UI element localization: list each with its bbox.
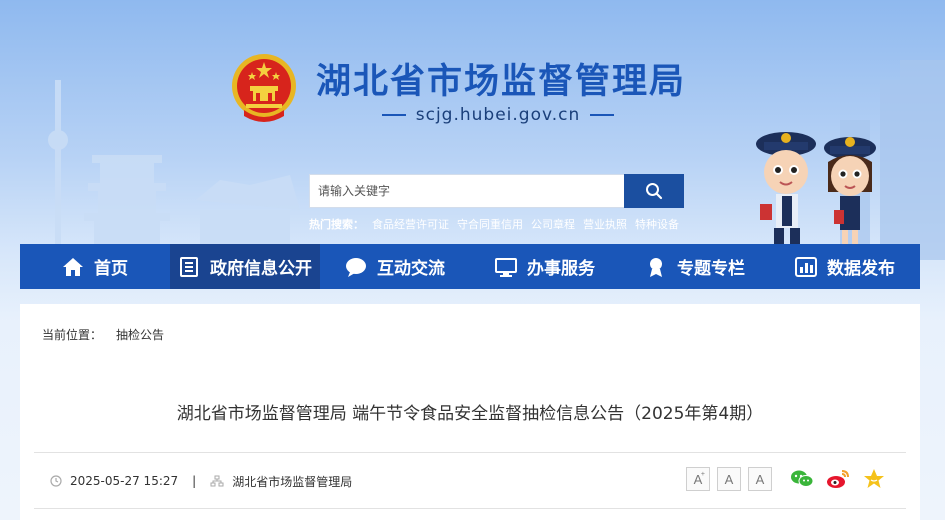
font-decrease-button[interactable]: A — [748, 467, 772, 491]
search-box — [309, 174, 684, 208]
meta-divider — [34, 508, 906, 509]
site-title: 湖北省市场监督管理局 — [316, 62, 687, 102]
organization-icon — [210, 475, 224, 487]
breadcrumb-current[interactable]: 抽检公告 — [116, 326, 164, 343]
nav-item-label: 办事服务 — [527, 259, 595, 279]
award-icon — [645, 256, 667, 278]
domain-right-dash — [590, 114, 615, 116]
wechat-icon[interactable] — [790, 467, 814, 491]
hot-search-label: 热门搜索： — [309, 218, 364, 231]
hot-search-term[interactable]: 特种设备 — [635, 216, 679, 232]
hot-search-row: 热门搜索： 食品经营许可证 守合同重信用 公司章程 营业执照 特种设备 — [309, 216, 679, 232]
main-nav: 首页 政府信息公开 互动交流 办事服务 专题专栏 数据发布 — [20, 244, 920, 289]
nav-item-label: 专题专栏 — [677, 259, 745, 279]
breadcrumb-prefix: 当前位置： — [42, 328, 103, 342]
bar-chart-icon — [795, 256, 817, 278]
article-meta: 2025-05-27 15:27 | 湖北省市场监督管理局 — [50, 471, 352, 491]
font-increase-button[interactable]: A + — [686, 467, 710, 491]
article-source: 湖北省市场监督管理局 — [232, 474, 353, 489]
nav-item-label: 数据发布 — [827, 259, 895, 279]
nav-item-label: 互动交流 — [377, 259, 445, 279]
search-button[interactable] — [624, 174, 684, 208]
chat-bubble-icon — [345, 256, 367, 278]
clock-icon — [50, 475, 62, 487]
share-controls — [790, 467, 886, 491]
site-domain: scjg.hubei.gov.cn — [415, 105, 581, 125]
meta-separator: | — [192, 474, 197, 488]
nav-item-home[interactable]: 首页 — [20, 244, 170, 289]
font-normal-button[interactable]: A — [717, 467, 741, 491]
domain-left-dash — [381, 114, 406, 116]
monitor-icon — [495, 256, 517, 278]
hot-search-term[interactable]: 公司章程 — [531, 216, 575, 232]
nav-item-data-release[interactable]: 数据发布 — [770, 244, 920, 289]
nav-item-label: 首页 — [94, 259, 128, 279]
hot-search-term[interactable]: 营业执照 — [583, 216, 627, 232]
favorite-star-icon[interactable] — [862, 467, 886, 491]
weibo-icon[interactable] — [826, 467, 850, 491]
document-icon — [178, 256, 200, 278]
nav-item-services[interactable]: 办事服务 — [470, 244, 620, 289]
national-emblem-icon — [232, 54, 296, 122]
mascot-officers-illustration — [756, 132, 876, 246]
article-title: 湖北省市场监督管理局 端午节令食品安全监督抽检信息公告（2025年第4期） — [176, 404, 764, 424]
search-icon — [646, 183, 663, 200]
article-panel: 当前位置： 抽检公告 湖北省市场监督管理局 端午节令食品安全监督抽检信息公告（2… — [20, 304, 920, 520]
font-size-controls: A + A A — [686, 467, 772, 491]
nav-item-special-topics[interactable]: 专题专栏 — [620, 244, 770, 289]
search-input[interactable] — [309, 174, 624, 208]
hot-search-term[interactable]: 食品经营许可证 — [372, 216, 449, 232]
title-divider — [34, 452, 906, 453]
nav-item-label: 政府信息公开 — [210, 259, 312, 279]
home-icon — [62, 256, 84, 278]
nav-item-interaction[interactable]: 互动交流 — [320, 244, 470, 289]
hot-search-term[interactable]: 守合同重信用 — [457, 216, 523, 232]
publish-date: 2025-05-27 15:27 — [70, 474, 179, 488]
nav-item-government-info[interactable]: 政府信息公开 — [170, 244, 320, 289]
breadcrumb: 当前位置： 抽检公告 — [42, 326, 164, 343]
site-domain-row: scjg.hubei.gov.cn — [378, 104, 618, 126]
